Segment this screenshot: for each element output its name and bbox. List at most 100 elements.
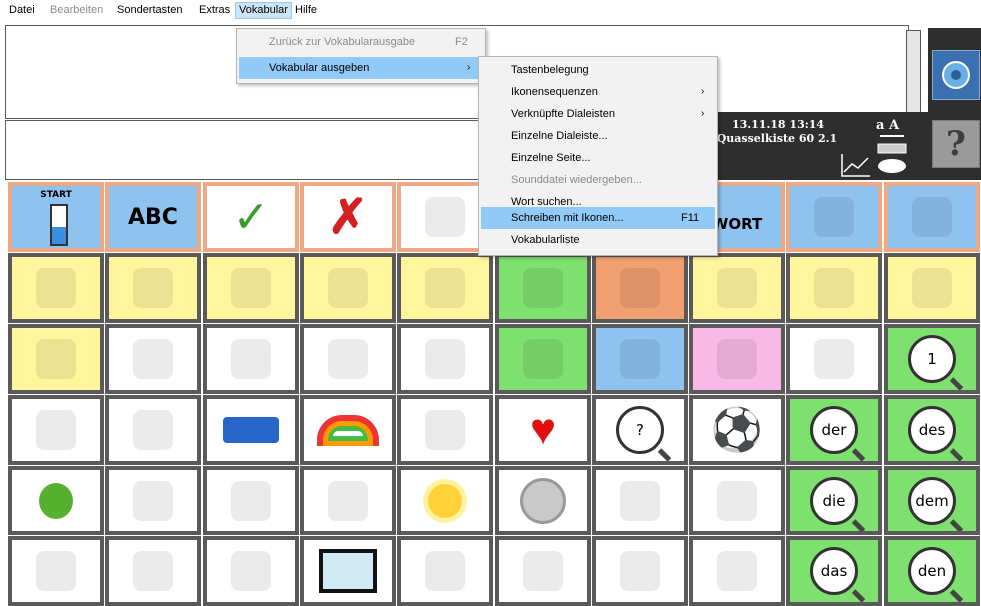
submenu-item-einzelne-seite[interactable]: Einzelne Seite... (481, 147, 715, 169)
symbol-key-traffic-light[interactable] (592, 324, 688, 394)
menu-item-label: Verknüpfte Dialeisten (511, 108, 615, 120)
symbol-key-hammer[interactable] (203, 324, 299, 394)
submenu-item-einzelne-dialeiste[interactable]: Einzelne Dialeiste... (481, 125, 715, 147)
menu-sondertasten[interactable]: Sondertasten (114, 3, 185, 18)
symbol-key-cross[interactable]: ✗ (300, 182, 396, 252)
menu-item-label: Tastenbelegung (511, 64, 589, 76)
symbol-key-elephants[interactable] (300, 466, 396, 535)
symbol-key-rainbow[interactable] (300, 395, 396, 465)
menu-extras[interactable]: Extras (196, 3, 233, 18)
symbol-key-apple[interactable] (8, 466, 104, 535)
symbol-key-person-self[interactable] (8, 253, 104, 323)
submenu-item-vokabularliste[interactable]: Vokabularliste (481, 229, 715, 251)
symbol-key-swimmer[interactable] (397, 536, 493, 606)
submenu-item-ikonensequenzen[interactable]: Ikonensequenzen › (481, 81, 715, 103)
symbol-key-teacher[interactable] (397, 395, 493, 465)
traffic-light-icon (620, 339, 660, 379)
menu-hilfe[interactable]: Hilfe (292, 3, 320, 18)
symbol-key-word-dem[interactable]: dem (884, 466, 980, 535)
symbol-key-sun[interactable] (397, 466, 493, 535)
menu-item-label: Vokabular ausgeben (269, 62, 370, 74)
dice-icon (620, 480, 660, 521)
indian-chief-icon (620, 268, 660, 308)
symbol-key-mother-child[interactable] (105, 536, 201, 606)
keyboard-icon[interactable] (876, 132, 910, 176)
symbol-key-dice[interactable] (592, 466, 688, 535)
symbol-key-question-book[interactable]: ? (592, 395, 688, 465)
submenu-item-sounddatei[interactable]: Sounddatei wiedergeben... (481, 169, 715, 191)
symbol-key-word-das[interactable]: das (786, 536, 882, 606)
vokabular-menu: Zurück zur Vokabularausgabe F2 Vokabular… (236, 28, 486, 84)
sun-icon (428, 483, 462, 518)
worker-icon (717, 551, 757, 591)
menu-item-label: Vokabularliste (511, 234, 580, 246)
waving-man-icon (425, 197, 465, 237)
symbol-key-soccer-ball[interactable]: ⚽ (689, 395, 785, 465)
menu-item-label: Sounddatei wiedergeben... (511, 174, 642, 186)
submenu-item-tastenbelegung[interactable]: Tastenbelegung (481, 59, 715, 81)
submenu-item-verknuepfte-dialeisten[interactable]: Verknüpfte Dialeisten › (481, 103, 715, 125)
symbol-key-bed[interactable] (203, 536, 299, 606)
menu-item-vokabular-ausgeben[interactable]: Vokabular ausgeben › (239, 57, 483, 79)
wiper-icon (814, 197, 854, 237)
symbol-key-eraser-star[interactable] (884, 182, 980, 252)
symbol-key-wizard[interactable] (8, 324, 104, 394)
graph-icon[interactable] (840, 152, 872, 178)
symbol-key-speech-box[interactable] (786, 324, 882, 394)
symbol-key-sheep[interactable] (397, 253, 493, 323)
symbol-key-boy[interactable] (203, 253, 299, 323)
symbol-key-coin[interactable] (495, 466, 591, 535)
symbol-key-pointing-both[interactable] (786, 253, 882, 323)
symbol-key-dinosaur[interactable] (495, 253, 591, 323)
symbol-key-wiper[interactable] (786, 182, 882, 252)
menu-vokabular[interactable]: Vokabular (235, 2, 292, 19)
settings-button[interactable] (932, 50, 980, 100)
symbol-key-mixing-bowl[interactable] (689, 324, 785, 394)
symbol-key-girl[interactable] (300, 253, 396, 323)
symbol-key-lego-brick[interactable] (203, 395, 299, 465)
symbol-key-pointing-you[interactable] (105, 253, 201, 323)
menu-datei[interactable]: Datei (6, 3, 38, 18)
menu-bearbeiten[interactable]: Bearbeiten (47, 3, 106, 18)
symbol-key-thumbs-down[interactable] (300, 324, 396, 394)
symbol-key-indian-chief[interactable] (592, 253, 688, 323)
symbol-key-monitor[interactable] (300, 536, 396, 606)
symbol-key-word-die[interactable]: die (786, 466, 882, 535)
symbol-key-house[interactable] (105, 324, 201, 394)
menu-item-label: Ikonensequenzen (511, 86, 598, 98)
symbol-key-van[interactable] (203, 466, 299, 535)
font-size-label[interactable]: a A (876, 118, 899, 133)
menu-item-label: Schreiben mit Ikonen... (511, 212, 624, 224)
symbol-key-prisoner[interactable] (495, 536, 591, 606)
symbol-key-word-des[interactable]: des (884, 395, 980, 465)
symbol-key-flower[interactable] (8, 395, 104, 465)
symbol-key-word-den[interactable]: den (884, 536, 980, 606)
symbol-key-goblet[interactable] (105, 466, 201, 535)
symbol-key-word-der[interactable]: der (786, 395, 882, 465)
symbol-key-number-one[interactable]: 1 (884, 324, 980, 394)
heart-icon: ♥ (529, 405, 557, 454)
symbol-key-start-battery[interactable]: START (8, 182, 104, 252)
symbol-key-mouse[interactable] (8, 536, 104, 606)
symbol-key-family[interactable] (105, 395, 201, 465)
wizard-icon (36, 339, 76, 379)
shortcut-label: F2 (455, 36, 468, 48)
start-battery-icon: START (40, 190, 72, 200)
symbol-key-worker[interactable] (689, 536, 785, 606)
idea-person-icon (620, 551, 660, 591)
symbol-key-two-girls[interactable] (884, 253, 980, 323)
pointing-both-icon (814, 268, 854, 308)
scrollbar[interactable] (906, 30, 921, 116)
symbol-key-clock-tower[interactable] (495, 324, 591, 394)
symbol-key-shirt-thumbs-up[interactable] (397, 324, 493, 394)
help-button[interactable]: ? (932, 120, 980, 168)
symbol-key-toilet[interactable] (689, 466, 785, 535)
symbol-key-abc[interactable]: ABC (105, 182, 201, 252)
symbol-key-heart[interactable]: ♥ (495, 395, 591, 465)
submenu-item-schreiben-mit-ikonen[interactable]: Schreiben mit Ikonen... F11 (481, 207, 715, 229)
symbol-key-idea-person[interactable] (592, 536, 688, 606)
symbol-key-couple[interactable] (689, 253, 785, 323)
mouse-icon (36, 551, 76, 591)
symbol-key-checkmark[interactable]: ✓ (203, 182, 299, 252)
menu-item-back-to-output[interactable]: Zurück zur Vokabularausgabe F2 (239, 31, 483, 53)
